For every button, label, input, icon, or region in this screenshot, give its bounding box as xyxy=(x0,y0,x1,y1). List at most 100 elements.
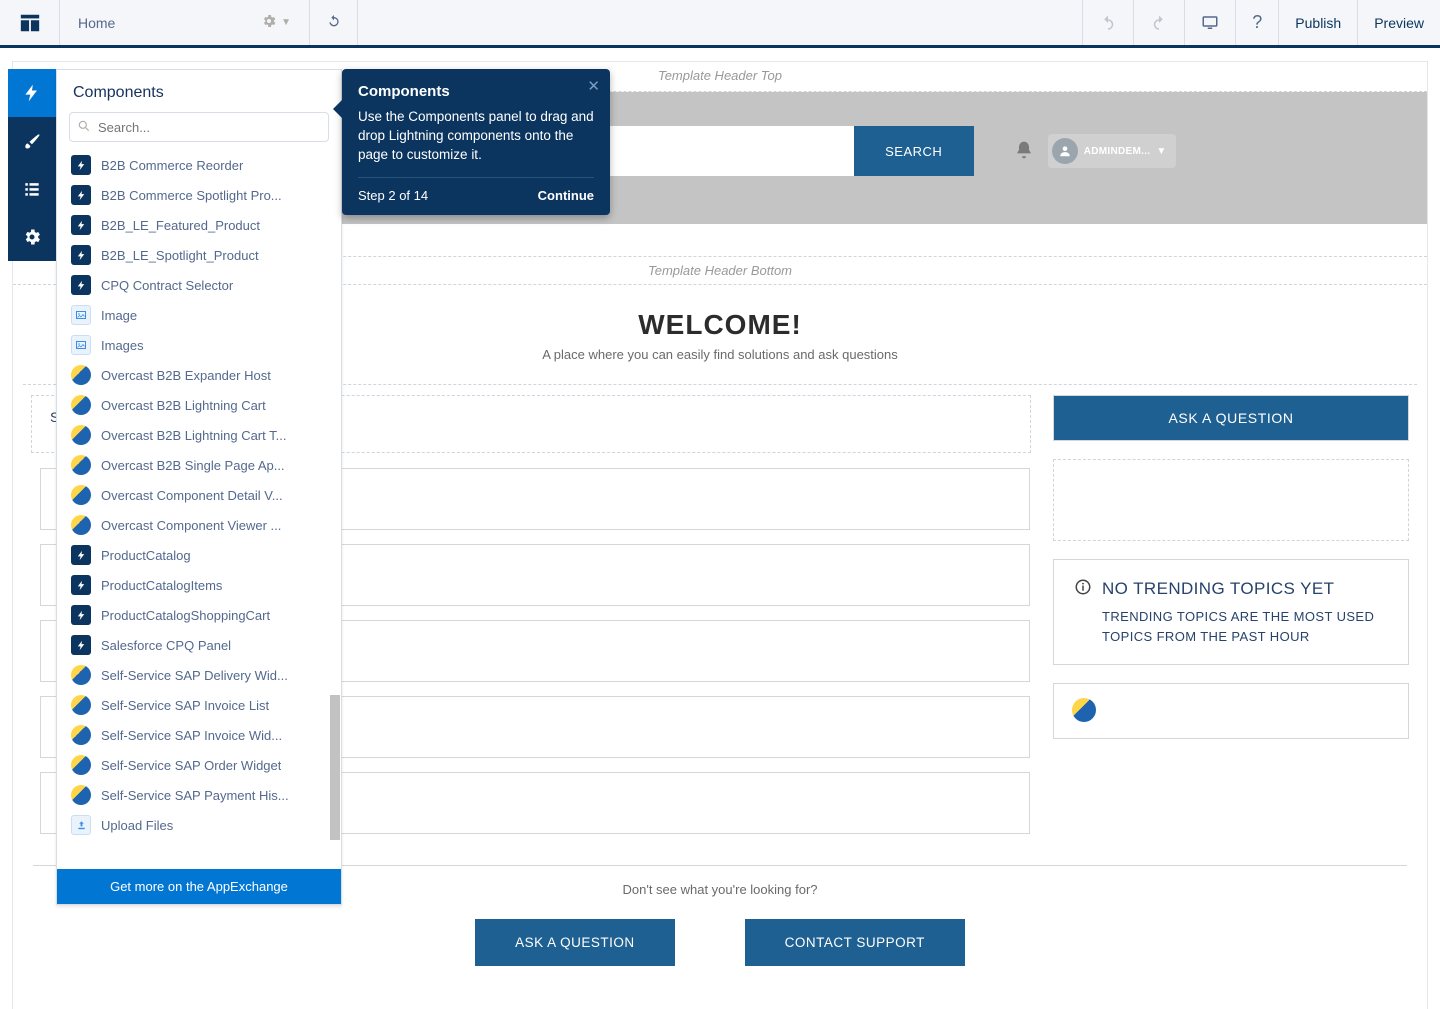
page-settings-gear-icon[interactable] xyxy=(261,13,277,32)
chevron-down-icon: ▼ xyxy=(281,17,291,28)
refresh-button[interactable] xyxy=(310,0,358,45)
rail-page-structure-button[interactable] xyxy=(8,165,56,213)
component-item-label: Upload Files xyxy=(101,818,173,833)
component-item[interactable]: ProductCatalogItems xyxy=(65,570,333,600)
top-bar: Home ▼ ? Publish Preview xyxy=(0,0,1440,48)
undo-button[interactable] xyxy=(1082,0,1133,45)
component-item[interactable]: ProductCatalogShoppingCart xyxy=(65,600,333,630)
component-item-label: ProductCatalogItems xyxy=(101,578,222,593)
user-menu[interactable]: ADMINDEM... ▼ xyxy=(1048,134,1177,168)
search-button[interactable]: SEARCH xyxy=(854,126,974,176)
component-item-label: Self-Service SAP Delivery Wid... xyxy=(101,668,288,683)
app-logo[interactable] xyxy=(0,0,60,45)
component-item[interactable]: Overcast B2B Expander Host xyxy=(65,360,333,390)
component-item[interactable]: B2B Commerce Reorder xyxy=(65,150,333,180)
component-item-label: B2B Commerce Reorder xyxy=(101,158,243,173)
redo-button[interactable] xyxy=(1133,0,1184,45)
component-item-label: Overcast B2B Lightning Cart xyxy=(101,398,266,413)
component-item[interactable]: Overcast B2B Lightning Cart T... xyxy=(65,420,333,450)
component-item[interactable]: ProductCatalog xyxy=(65,540,333,570)
component-item-label: Image xyxy=(101,308,137,323)
component-item[interactable]: B2B_LE_Featured_Product xyxy=(65,210,333,240)
content-right: ASK A QUESTION NO TRENDING TOPICS YET TR… xyxy=(1053,395,1409,835)
footer-contact-label: CONTACT SUPPORT xyxy=(785,935,925,950)
component-item[interactable]: Self-Service SAP Order Widget xyxy=(65,750,333,780)
overcast-icon xyxy=(71,725,91,745)
image-icon xyxy=(71,305,91,325)
overcast-widget-card[interactable] xyxy=(1053,683,1409,739)
component-item[interactable]: B2B_LE_Spotlight_Product xyxy=(65,240,333,270)
redo-icon xyxy=(1150,14,1168,32)
component-item-label: Overcast Component Viewer ... xyxy=(101,518,281,533)
component-item[interactable]: Overcast B2B Lightning Cart xyxy=(65,390,333,420)
component-item[interactable]: Overcast B2B Single Page Ap... xyxy=(65,450,333,480)
components-panel: Components B2B Commerce ReorderB2B Comme… xyxy=(56,69,342,905)
rail-settings-button[interactable] xyxy=(8,213,56,261)
list-icon xyxy=(22,179,42,199)
component-item-label: Images xyxy=(101,338,144,353)
component-item[interactable]: Overcast Component Detail V... xyxy=(65,480,333,510)
ask-question-button[interactable]: ASK A QUESTION xyxy=(1054,396,1408,440)
overcast-icon xyxy=(71,455,91,475)
overcast-icon xyxy=(71,695,91,715)
rail-theme-button[interactable] xyxy=(8,117,56,165)
component-item[interactable]: B2B Commerce Spotlight Pro... xyxy=(65,180,333,210)
component-item-label: Self-Service SAP Order Widget xyxy=(101,758,281,773)
popover-title: Components xyxy=(358,83,594,100)
continue-label: Continue xyxy=(538,188,594,203)
lightning-icon xyxy=(71,605,91,625)
footer-ask-question-button[interactable]: ASK A QUESTION xyxy=(475,919,675,966)
overcast-icon xyxy=(71,785,91,805)
gear-icon xyxy=(22,227,42,247)
trending-description: TRENDING TOPICS ARE THE MOST USED TOPICS… xyxy=(1102,607,1388,646)
component-item[interactable]: Self-Service SAP Payment His... xyxy=(65,780,333,810)
preview-button[interactable]: Preview xyxy=(1357,0,1440,45)
desktop-view-button[interactable] xyxy=(1184,0,1235,45)
info-icon xyxy=(1074,578,1092,599)
component-item[interactable]: Self-Service SAP Invoice List xyxy=(65,690,333,720)
walkthrough-popover: ✕ Components Use the Components panel to… xyxy=(342,69,610,215)
publish-label: Publish xyxy=(1295,15,1341,31)
notification-bell-icon[interactable] xyxy=(1014,140,1034,163)
help-button[interactable]: ? xyxy=(1235,0,1278,45)
component-item[interactable]: Self-Service SAP Invoice Wid... xyxy=(65,720,333,750)
component-item[interactable]: Salesforce CPQ Panel xyxy=(65,630,333,660)
workspace: Template Header Top SEARCH ADMINDEM... ▼… xyxy=(0,51,1440,1009)
component-item[interactable]: Images xyxy=(65,330,333,360)
sidebar-empty-region[interactable] xyxy=(1053,459,1409,541)
component-search-input[interactable] xyxy=(69,112,329,142)
rail-components-button[interactable] xyxy=(8,69,56,117)
page-name-dropdown[interactable]: Home ▼ xyxy=(60,0,310,45)
lightning-icon xyxy=(71,215,91,235)
overcast-icon xyxy=(71,755,91,775)
publish-button[interactable]: Publish xyxy=(1278,0,1357,45)
component-item[interactable]: Self-Service SAP Delivery Wid... xyxy=(65,660,333,690)
popover-close-button[interactable]: ✕ xyxy=(587,77,600,95)
component-item-label: B2B_LE_Featured_Product xyxy=(101,218,260,233)
overcast-icon xyxy=(71,515,91,535)
overcast-icon xyxy=(71,395,91,415)
component-item[interactable]: Upload Files xyxy=(65,810,333,840)
upload-icon xyxy=(71,815,91,835)
image-icon xyxy=(71,335,91,355)
component-list[interactable]: B2B Commerce Reorder B2B Commerce Spotlig… xyxy=(57,150,341,869)
builder-logo-icon xyxy=(19,12,41,34)
appexchange-link[interactable]: Get more on the AppExchange xyxy=(57,869,341,904)
component-item-label: Overcast B2B Single Page Ap... xyxy=(101,458,285,473)
component-item[interactable]: CPQ Contract Selector xyxy=(65,270,333,300)
lightning-icon xyxy=(71,575,91,595)
scrollbar-thumb[interactable] xyxy=(330,695,340,840)
component-item-label: ProductCatalogShoppingCart xyxy=(101,608,270,623)
popover-step: Step 2 of 14 xyxy=(358,188,428,203)
chevron-down-icon: ▼ xyxy=(1156,146,1166,157)
popover-body: Use the Components panel to drag and dro… xyxy=(358,108,594,178)
footer-contact-support-button[interactable]: CONTACT SUPPORT xyxy=(745,919,965,966)
component-item[interactable]: Image xyxy=(65,300,333,330)
page-name-label: Home xyxy=(78,15,115,31)
component-item-label: Salesforce CPQ Panel xyxy=(101,638,231,653)
component-item[interactable]: Overcast Component Viewer ... xyxy=(65,510,333,540)
ask-question-label: ASK A QUESTION xyxy=(1168,410,1293,426)
popover-continue-button[interactable]: Continue xyxy=(538,188,594,203)
lightning-icon xyxy=(71,275,91,295)
trending-topics-card: NO TRENDING TOPICS YET TRENDING TOPICS A… xyxy=(1053,559,1409,665)
